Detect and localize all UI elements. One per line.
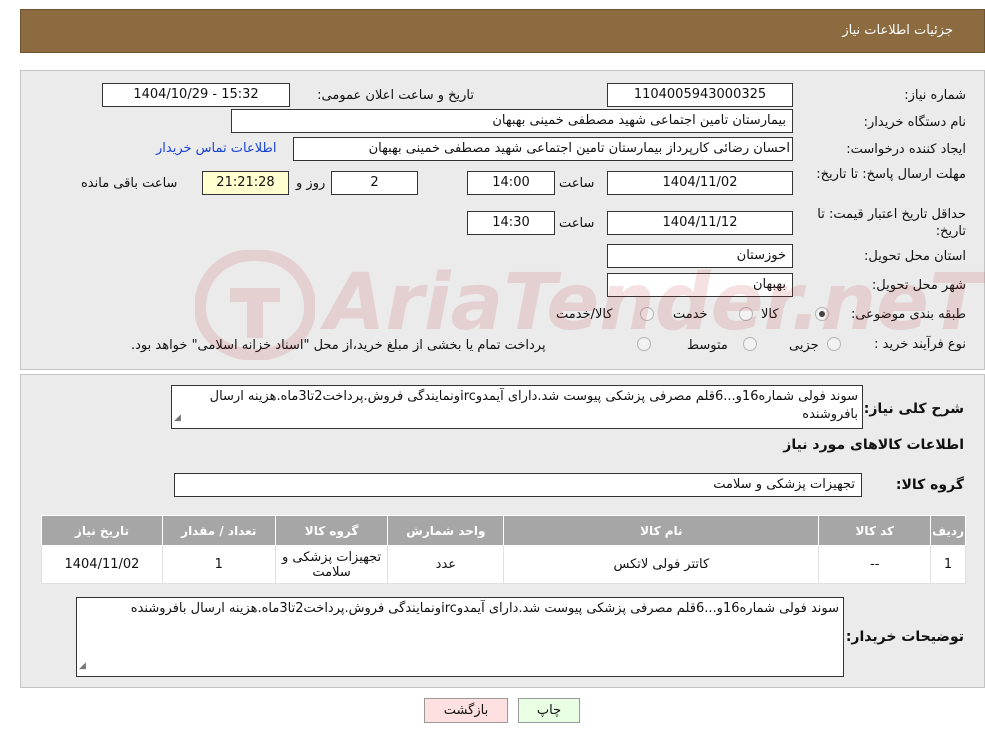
summary-text: سوند فولی شماره16و...6قلم مصرفی پزشکی پی… [209, 389, 858, 422]
category-service-radio[interactable] [739, 307, 753, 321]
process-medium-label: متوسط [687, 338, 728, 353]
col-row: ردیف [930, 515, 966, 546]
process-note: پرداخت تمام یا بخشی از مبلغ خرید،از محل … [131, 338, 546, 353]
cell-date: 1404/11/02 [41, 545, 163, 584]
summary-textarea[interactable]: سوند فولی شماره16و...6قلم مصرفی پزشکی پی… [171, 385, 863, 429]
col-quantity: تعداد / مقدار [161, 515, 276, 546]
contact-buyer-link[interactable]: اطلاعات تماس خریدار [156, 141, 276, 156]
announce-field: 1404/10/29 - 15:32 [102, 83, 290, 107]
items-table-header: ردیف کد کالا نام کالا واحد شمارش گروه کا… [41, 515, 966, 546]
need-number-field: 1104005943000325 [607, 83, 793, 107]
city-label: شهر محل تحویل: [871, 278, 966, 293]
announce-label: تاریخ و ساعت اعلان عمومی: [317, 88, 474, 103]
buyer-org-field: بیمارستان تامین اجتماعی شهید مصطفی خمینی… [231, 109, 793, 133]
resize-grip-icon[interactable]: ◢ [79, 657, 86, 675]
creator-field: احسان رضائی کارپرداز بیمارستان تامین اجت… [293, 137, 793, 161]
page-header: جزئیات اطلاعات نیاز [20, 9, 985, 53]
cell-unit: عدد [387, 545, 505, 584]
col-unit: واحد شمارش [387, 515, 505, 546]
category-goods-radio[interactable] [815, 307, 829, 321]
deadline-date-field: 1404/11/02 [607, 171, 793, 195]
col-code: کد کالا [818, 515, 932, 546]
process-label: نوع فرآیند خرید : [874, 337, 966, 352]
validity-label: حداقل تاریخ اعتبار قیمت: تا تاریخ: [817, 207, 966, 239]
buyer-notes-label: توضیحات خریدار: [845, 629, 964, 645]
items-section-title: اطلاعات کالاهای مورد نیاز [783, 437, 964, 453]
validity-time-label: ساعت [559, 216, 595, 231]
process-treasury-radio[interactable] [637, 337, 651, 351]
details-panel: شرح کلی نیاز: سوند فولی شماره16و...6قلم … [20, 374, 985, 688]
validity-time-field: 14:30 [467, 211, 555, 235]
buyer-notes-textarea[interactable]: سوند فولی شماره16و...6قلم مصرفی پزشکی پی… [76, 597, 844, 677]
cell-row: 1 [930, 545, 966, 584]
buyer-org-label: نام دستگاه خریدار: [863, 115, 966, 130]
deadline-label: مهلت ارسال پاسخ: تا تاریخ: [816, 167, 966, 182]
col-date: تاریخ نیاز [41, 515, 163, 546]
cell-name: کاتتر فولی لاتکس [503, 545, 820, 584]
remaining-label: ساعت باقی مانده [81, 176, 178, 191]
deadline-time-field: 14:00 [467, 171, 555, 195]
deadline-time-label: ساعت [559, 176, 595, 191]
request-info-panel: شماره نیاز: 1104005943000325 تاریخ و ساع… [20, 70, 985, 370]
cell-code: -- [818, 545, 932, 584]
resize-grip-icon[interactable]: ◢ [174, 409, 181, 427]
summary-label: شرح کلی نیاز: [863, 401, 964, 417]
print-button[interactable]: چاپ [518, 698, 580, 723]
category-both-label: کالا/خدمت [556, 307, 613, 322]
col-group: گروه کالا [274, 515, 389, 546]
days-label: روز و [296, 176, 326, 191]
need-number-label: شماره نیاز: [904, 88, 966, 103]
col-name: نام کالا [503, 515, 820, 546]
buyer-notes-text: سوند فولی شماره16و...6قلم مصرفی پزشکی پی… [130, 601, 839, 616]
province-field: خوزستان [607, 244, 793, 268]
province-label: استان محل تحویل: [864, 249, 966, 264]
group-field: تجهیزات پزشکی و سلامت [174, 473, 862, 497]
city-field: بهبهان [607, 273, 793, 297]
cell-quantity: 1 [161, 545, 276, 584]
items-table: ردیف کد کالا نام کالا واحد شمارش گروه کا… [41, 515, 966, 584]
days-field: 2 [331, 171, 418, 195]
cell-group: تجهیزات پزشکی و سلامت [274, 545, 389, 584]
remaining-time-field: 21:21:28 [202, 171, 289, 195]
group-label: گروه کالا: [895, 477, 964, 493]
validity-date-field: 1404/11/12 [607, 211, 793, 235]
page-title: جزئیات اطلاعات نیاز [842, 23, 953, 38]
category-service-label: خدمت [673, 307, 708, 322]
process-minor-label: جزیی [789, 338, 819, 353]
category-goods-label: کالا [761, 307, 779, 322]
creator-label: ایجاد کننده درخواست: [846, 142, 966, 157]
category-both-radio[interactable] [640, 307, 654, 321]
process-minor-radio[interactable] [827, 337, 841, 351]
table-row: 1 -- کاتتر فولی لاتکس عدد تجهیزات پزشکی … [41, 545, 966, 584]
back-button[interactable]: بازگشت [424, 698, 508, 723]
process-medium-radio[interactable] [743, 337, 757, 351]
category-label: طبقه بندی موضوعی: [850, 307, 966, 322]
